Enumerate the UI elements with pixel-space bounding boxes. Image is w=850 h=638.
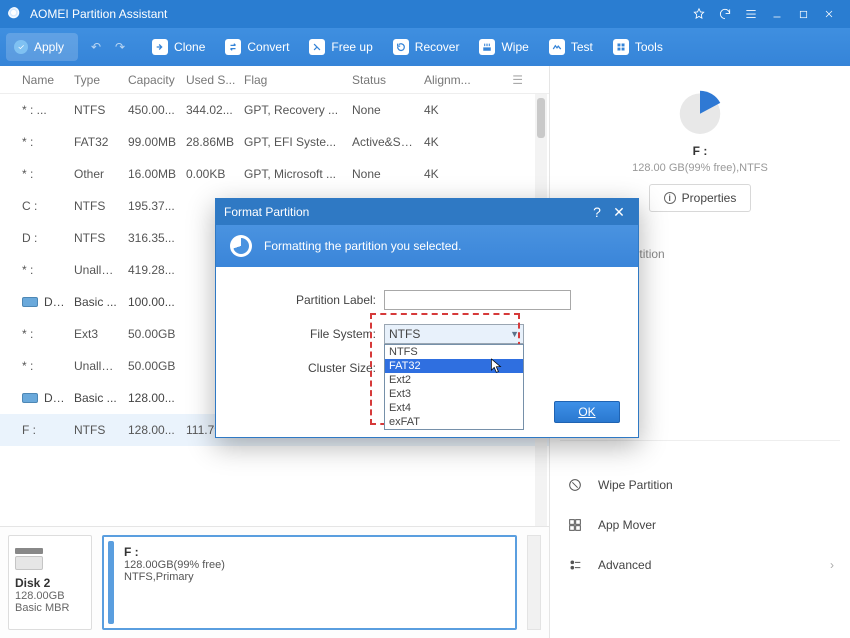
ok-button[interactable]: OK: [554, 401, 620, 423]
disk-icon: [22, 297, 38, 307]
recover-icon: [393, 39, 409, 55]
toolbar-convert[interactable]: Convert: [215, 28, 299, 66]
minimize-icon[interactable]: [764, 0, 790, 28]
disk-size: 128.00GB: [15, 590, 85, 602]
partition-summary-card[interactable]: F : 128.00GB(99% free) NTFS,Primary: [102, 535, 517, 630]
drive-info: 128.00 GB(99% free),NTFS: [632, 162, 768, 174]
col-name[interactable]: Name: [18, 73, 70, 87]
file-system-label: File System:: [234, 327, 384, 341]
usage-bar: [108, 541, 114, 624]
col-flag[interactable]: Flag: [240, 73, 348, 87]
file-system-option[interactable]: Ext3: [385, 387, 523, 401]
partition-title: F :: [124, 545, 139, 559]
apply-label: Apply: [34, 40, 64, 54]
file-system-option[interactable]: Ext2: [385, 373, 523, 387]
dialog-close-icon[interactable]: ✕: [608, 204, 630, 221]
col-status[interactable]: Status: [348, 73, 420, 87]
freeup-icon: [309, 39, 325, 55]
disk-summary-card[interactable]: Disk 2 128.00GB Basic MBR: [8, 535, 92, 630]
info-icon: i: [664, 192, 676, 204]
disk-title: Disk 2: [15, 576, 85, 590]
properties-button[interactable]: i Properties: [649, 184, 752, 212]
app-logo-icon: [8, 7, 22, 21]
undo-button[interactable]: ↶: [84, 40, 108, 54]
dialog-title: Format Partition: [224, 205, 309, 219]
partition-label-input[interactable]: [384, 290, 571, 310]
disk-icon: [22, 393, 38, 403]
usage-pie-icon: [673, 84, 727, 138]
file-system-value: NTFS: [389, 327, 420, 341]
grid-header: Name Type Capacity Used S... Flag Status…: [0, 66, 549, 94]
test-icon: [549, 39, 565, 55]
disk-icon: [15, 556, 43, 570]
dialog-header: Formatting the partition you selected.: [216, 225, 638, 267]
tools-icon: [613, 39, 629, 55]
chevron-right-icon: ›: [830, 558, 834, 572]
action-icon: [566, 556, 584, 574]
dialog-headline: Formatting the partition you selected.: [264, 239, 461, 253]
file-system-dropdown[interactable]: NTFSFAT32Ext2Ext3Ext4exFAT: [384, 344, 524, 430]
action-item[interactable]: Wipe Partition: [560, 465, 840, 505]
toolbar-wipe[interactable]: Wipe: [469, 28, 538, 66]
disk-map-panel: Disk 2 128.00GB Basic MBR F : 128.00GB(9…: [0, 526, 549, 638]
scrollbar-thumb[interactable]: [537, 98, 545, 138]
toolbar-test[interactable]: Test: [539, 28, 603, 66]
toolbar-tools[interactable]: Tools: [603, 28, 673, 66]
toolbar-freeup[interactable]: Free up: [299, 28, 382, 66]
disk-icon: [15, 548, 43, 554]
menu-icon[interactable]: [738, 0, 764, 28]
file-system-option[interactable]: exFAT: [385, 415, 523, 429]
bottom-scrollbar[interactable]: [527, 535, 541, 630]
close-icon[interactable]: [816, 0, 842, 28]
redo-button[interactable]: ↷: [108, 40, 132, 54]
action-icon: [566, 476, 584, 494]
wipe-icon: [479, 39, 495, 55]
apply-button[interactable]: Apply: [6, 33, 78, 61]
partition-line1: 128.00GB(99% free): [124, 559, 225, 571]
help-icon[interactable]: ?: [586, 204, 608, 220]
format-partition-dialog: Format Partition ? ✕ Formatting the part…: [215, 198, 639, 438]
chevron-down-icon: ▼: [510, 329, 519, 339]
file-system-option[interactable]: FAT32: [385, 359, 523, 373]
title-bar: AOMEI Partition Assistant: [0, 0, 850, 28]
partition-row[interactable]: * : ...NTFS450.00...344.02...GPT, Recove…: [0, 94, 549, 126]
col-align[interactable]: Alignm...: [420, 73, 480, 87]
divider: [560, 440, 840, 441]
disk-scheme: Basic MBR: [15, 602, 85, 614]
maximize-icon[interactable]: [790, 0, 816, 28]
favorite-icon[interactable]: [686, 0, 712, 28]
action-item[interactable]: Advanced›: [560, 545, 840, 585]
action-item[interactable]: App Mover: [560, 505, 840, 545]
check-icon: [14, 40, 28, 54]
refresh-icon[interactable]: [712, 0, 738, 28]
partition-line2: NTFS,Primary: [124, 571, 194, 583]
cluster-size-label: Cluster Size:: [234, 361, 384, 375]
partition-row[interactable]: * :Other16.00MB0.00KBGPT, Microsoft ...N…: [0, 158, 549, 190]
partition-label-label: Partition Label:: [234, 293, 384, 307]
file-system-option[interactable]: Ext4: [385, 401, 523, 415]
col-capacity[interactable]: Capacity: [124, 73, 182, 87]
action-list-bottom: Wipe PartitionApp MoverAdvanced›: [560, 465, 840, 585]
dialog-titlebar[interactable]: Format Partition ? ✕: [216, 199, 638, 225]
app-title: AOMEI Partition Assistant: [30, 7, 167, 21]
main-toolbar: Apply ↶ ↷ Clone Convert Free up Recover …: [0, 28, 850, 66]
file-system-option[interactable]: NTFS: [385, 345, 523, 359]
partition-row[interactable]: * :FAT3299.00MB28.86MBGPT, EFI Syste...A…: [0, 126, 549, 158]
format-icon: [230, 235, 252, 257]
col-type[interactable]: Type: [70, 73, 124, 87]
convert-icon: [225, 39, 241, 55]
column-menu-icon[interactable]: ☰: [508, 73, 527, 87]
drive-label: F :: [693, 144, 708, 158]
action-icon: [566, 516, 584, 534]
toolbar-recover[interactable]: Recover: [383, 28, 470, 66]
file-system-combo[interactable]: NTFS ▼: [384, 324, 524, 344]
col-used[interactable]: Used S...: [182, 73, 240, 87]
clone-icon: [152, 39, 168, 55]
toolbar-clone[interactable]: Clone: [142, 28, 215, 66]
